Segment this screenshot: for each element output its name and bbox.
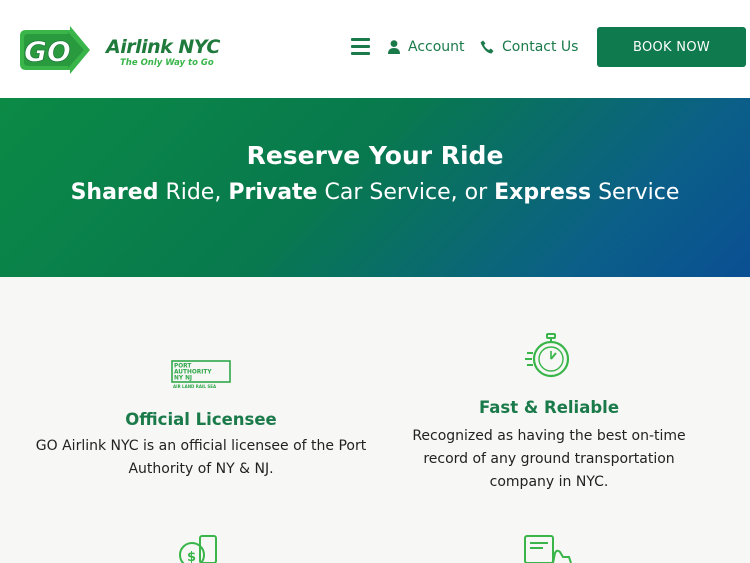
svg-text:NY NJ: NY NJ bbox=[174, 376, 192, 382]
stopwatch-icon bbox=[525, 333, 570, 378]
feature-text-line: GO Airlink NYC is an official licensee o… bbox=[35, 438, 367, 454]
feature-text-line: company in NYC. bbox=[489, 474, 609, 490]
feature-official-licensee: PORT AUTHORITY NY NJ AIR LAND RAIL SEA O… bbox=[20, 360, 382, 481]
svg-text:AIR LAND RAIL SEA: AIR LAND RAIL SEA bbox=[173, 384, 217, 389]
feature-text: GO Airlink NYC is an official licensee o… bbox=[20, 435, 382, 481]
hero-subtitle-shared: Shared bbox=[70, 180, 159, 205]
hamburger-menu-icon[interactable] bbox=[351, 38, 370, 55]
feature-text-line: Recognized as having the best on-time bbox=[412, 428, 686, 444]
site-header: GO Airlink NYC The Only Way to Go Accoun… bbox=[0, 0, 750, 98]
logo-tagline: The Only Way to Go bbox=[120, 58, 214, 68]
hero-title: Reserve Your Ride bbox=[246, 141, 504, 170]
port-authority-logo: PORT AUTHORITY NY NJ AIR LAND RAIL SEA bbox=[171, 360, 231, 389]
hero-subtitle-private: Private bbox=[228, 180, 318, 205]
hero-subtitle-express: Express bbox=[494, 180, 592, 205]
phone-icon bbox=[480, 40, 494, 54]
contact-us-label: Contact Us bbox=[502, 39, 579, 55]
mobile-tap-icon bbox=[524, 535, 572, 563]
hero-subtitle-text-2: Car Service, or bbox=[317, 180, 495, 205]
hero-subtitle-text-3: Service bbox=[591, 180, 680, 205]
go-airlink-logo[interactable]: GO Airlink NYC The Only Way to Go bbox=[18, 26, 220, 74]
logo-name: Airlink NYC bbox=[106, 36, 220, 58]
account-label: Account bbox=[408, 39, 465, 55]
account-link[interactable]: Account bbox=[388, 36, 465, 58]
feature-text-line: Authority of NY & NJ. bbox=[128, 461, 274, 477]
logo-mark-text: GO bbox=[24, 35, 71, 68]
feature-fast-reliable: Fast & Reliable Recognized as having the… bbox=[390, 333, 708, 494]
feature-title: Fast & Reliable bbox=[478, 398, 620, 417]
hero-subtitle: Shared Ride, Private Car Service, or Exp… bbox=[0, 180, 750, 205]
hero-subtitle-text-1: Ride, bbox=[158, 180, 229, 205]
contact-us-link[interactable]: Contact Us bbox=[480, 36, 578, 58]
money-icon: $ bbox=[179, 535, 217, 563]
go-arrow-logo-mark: GO bbox=[20, 26, 90, 74]
feature-text-line: record of any ground transportation bbox=[423, 451, 675, 467]
book-now-button[interactable]: BOOK NOW bbox=[597, 27, 746, 67]
feature-title: Official Licensee bbox=[125, 410, 277, 429]
svg-text:$: $ bbox=[187, 550, 196, 563]
user-icon bbox=[388, 40, 400, 54]
hero-banner: Reserve Your Ride Shared Ride, Private C… bbox=[0, 98, 750, 277]
feature-text: Recognized as having the best on-time re… bbox=[390, 425, 708, 494]
